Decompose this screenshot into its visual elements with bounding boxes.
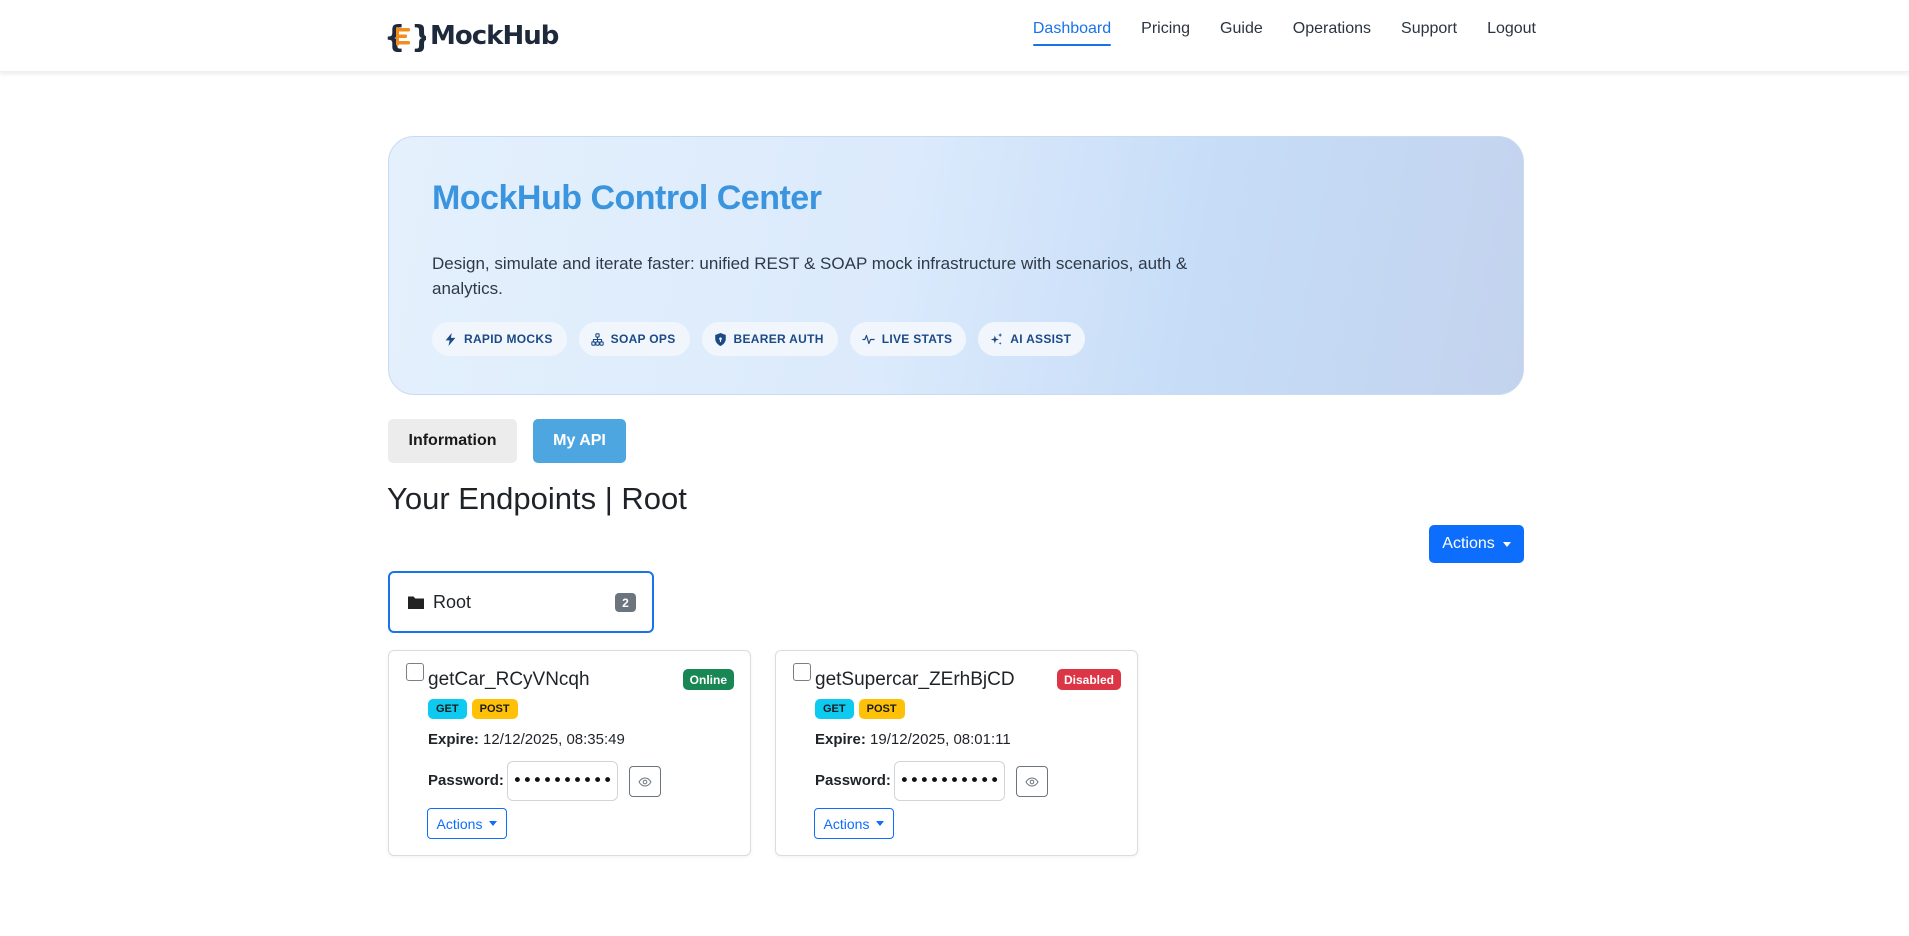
top-navbar: { } MockHub Dashboard Pricing Guide Oper…	[0, 0, 1909, 72]
tab-my-api[interactable]: My API	[533, 419, 626, 463]
nav-operations[interactable]: Operations	[1293, 20, 1371, 46]
show-password-button[interactable]	[1016, 766, 1048, 797]
chip-label: AI ASSIST	[1010, 332, 1072, 346]
expire-value: 12/12/2025, 08:35:49	[483, 731, 625, 748]
sparkles-icon	[991, 332, 1003, 345]
actions-label: Actions	[1442, 535, 1495, 552]
chip-label: BEARER AUTH	[733, 332, 824, 346]
endpoint-card: getCar_RCyVNcqh Online GET POST Expire: …	[388, 650, 751, 856]
method-badge-get: GET	[815, 699, 854, 719]
endpoint-select-checkbox[interactable]	[793, 663, 811, 681]
endpoint-actions-label: Actions	[823, 815, 870, 832]
endpoint-actions-button[interactable]: Actions	[427, 808, 507, 839]
folder-name: Root	[433, 592, 472, 612]
folder-root[interactable]: Root 2	[388, 571, 654, 633]
expire-value: 19/12/2025, 08:01:11	[870, 731, 1011, 748]
password-label: Password:	[428, 772, 504, 789]
endpoint-actions-button[interactable]: Actions	[814, 808, 894, 839]
expire-label: Expire:	[815, 731, 866, 748]
chip-live-stats: LIVE STATS	[849, 322, 967, 356]
chip-soap-ops: SOAP OPS	[578, 322, 690, 356]
expire-label: Expire:	[428, 731, 479, 748]
chip-bearer-auth: BEARER AUTH	[701, 322, 838, 356]
chip-ai-assist: AI ASSIST	[978, 322, 1086, 356]
endpoint-card: getSupercar_ZErhBjCD Disabled GET POST E…	[775, 650, 1138, 856]
nav-dashboard[interactable]: Dashboard	[1032, 20, 1112, 46]
caret-down-icon	[1502, 541, 1511, 547]
eye-icon	[638, 776, 652, 787]
svg-text:}: }	[411, 20, 426, 54]
page-title: Your Endpoints | Root	[387, 481, 687, 516]
activity-icon	[862, 334, 875, 344]
eye-icon	[1025, 776, 1039, 787]
method-badge-get: GET	[428, 699, 467, 719]
method-badge-post: POST	[858, 699, 905, 719]
method-badges: GET POST	[815, 699, 905, 719]
endpoint-name: getCar_RCyVNcqh	[428, 669, 590, 690]
folder-icon	[408, 596, 424, 609]
password-label: Password:	[815, 772, 891, 789]
chip-rapid-mocks: RAPID MOCKS	[432, 322, 567, 356]
tab-information[interactable]: Information	[388, 419, 517, 463]
braces-logo-icon: { }	[384, 20, 426, 54]
nav-logout[interactable]: Logout	[1487, 20, 1536, 46]
actions-dropdown-button[interactable]: Actions	[1429, 525, 1524, 563]
method-badges: GET POST	[428, 699, 518, 719]
main-nav: Dashboard Pricing Guide Operations Suppo…	[1032, 20, 1536, 46]
sitemap-icon	[590, 332, 604, 346]
feature-chips: RAPID MOCKS SOAP OPS BEARER AUTH LIVE ST…	[432, 322, 1086, 356]
endpoint-name: getSupercar_ZErhBjCD	[815, 669, 1015, 690]
password-field[interactable]: ••••••••••	[894, 761, 1005, 801]
password-field[interactable]: ••••••••••	[507, 761, 618, 801]
hero-title: MockHub Control Center	[432, 179, 822, 217]
brand-name: MockHub	[430, 21, 559, 51]
hero-banner: MockHub Control Center Design, simulate …	[388, 136, 1524, 395]
endpoint-actions-label: Actions	[436, 815, 483, 832]
status-badge: Online	[682, 669, 734, 690]
folder-count-badge: 2	[615, 593, 636, 612]
brand-logo-link[interactable]: { } MockHub	[384, 18, 559, 54]
caret-down-icon	[876, 821, 885, 826]
shield-icon	[714, 332, 726, 346]
nav-pricing[interactable]: Pricing	[1141, 20, 1190, 46]
chip-label: SOAP OPS	[610, 332, 676, 346]
caret-down-icon	[489, 821, 498, 826]
lightning-icon	[445, 332, 456, 346]
method-badge-post: POST	[471, 699, 518, 719]
chip-label: LIVE STATS	[881, 332, 953, 346]
nav-guide[interactable]: Guide	[1220, 20, 1263, 46]
expire-row: Expire: 12/12/2025, 08:35:49	[428, 731, 625, 748]
hero-description: Design, simulate and iterate faster: uni…	[432, 254, 1188, 298]
show-password-button[interactable]	[629, 766, 661, 797]
nav-support[interactable]: Support	[1401, 20, 1457, 46]
status-badge: Disabled	[1056, 669, 1121, 690]
chip-label: RAPID MOCKS	[464, 332, 553, 346]
endpoint-select-checkbox[interactable]	[406, 663, 424, 681]
expire-row: Expire: 19/12/2025, 08:01:11	[815, 731, 1011, 748]
